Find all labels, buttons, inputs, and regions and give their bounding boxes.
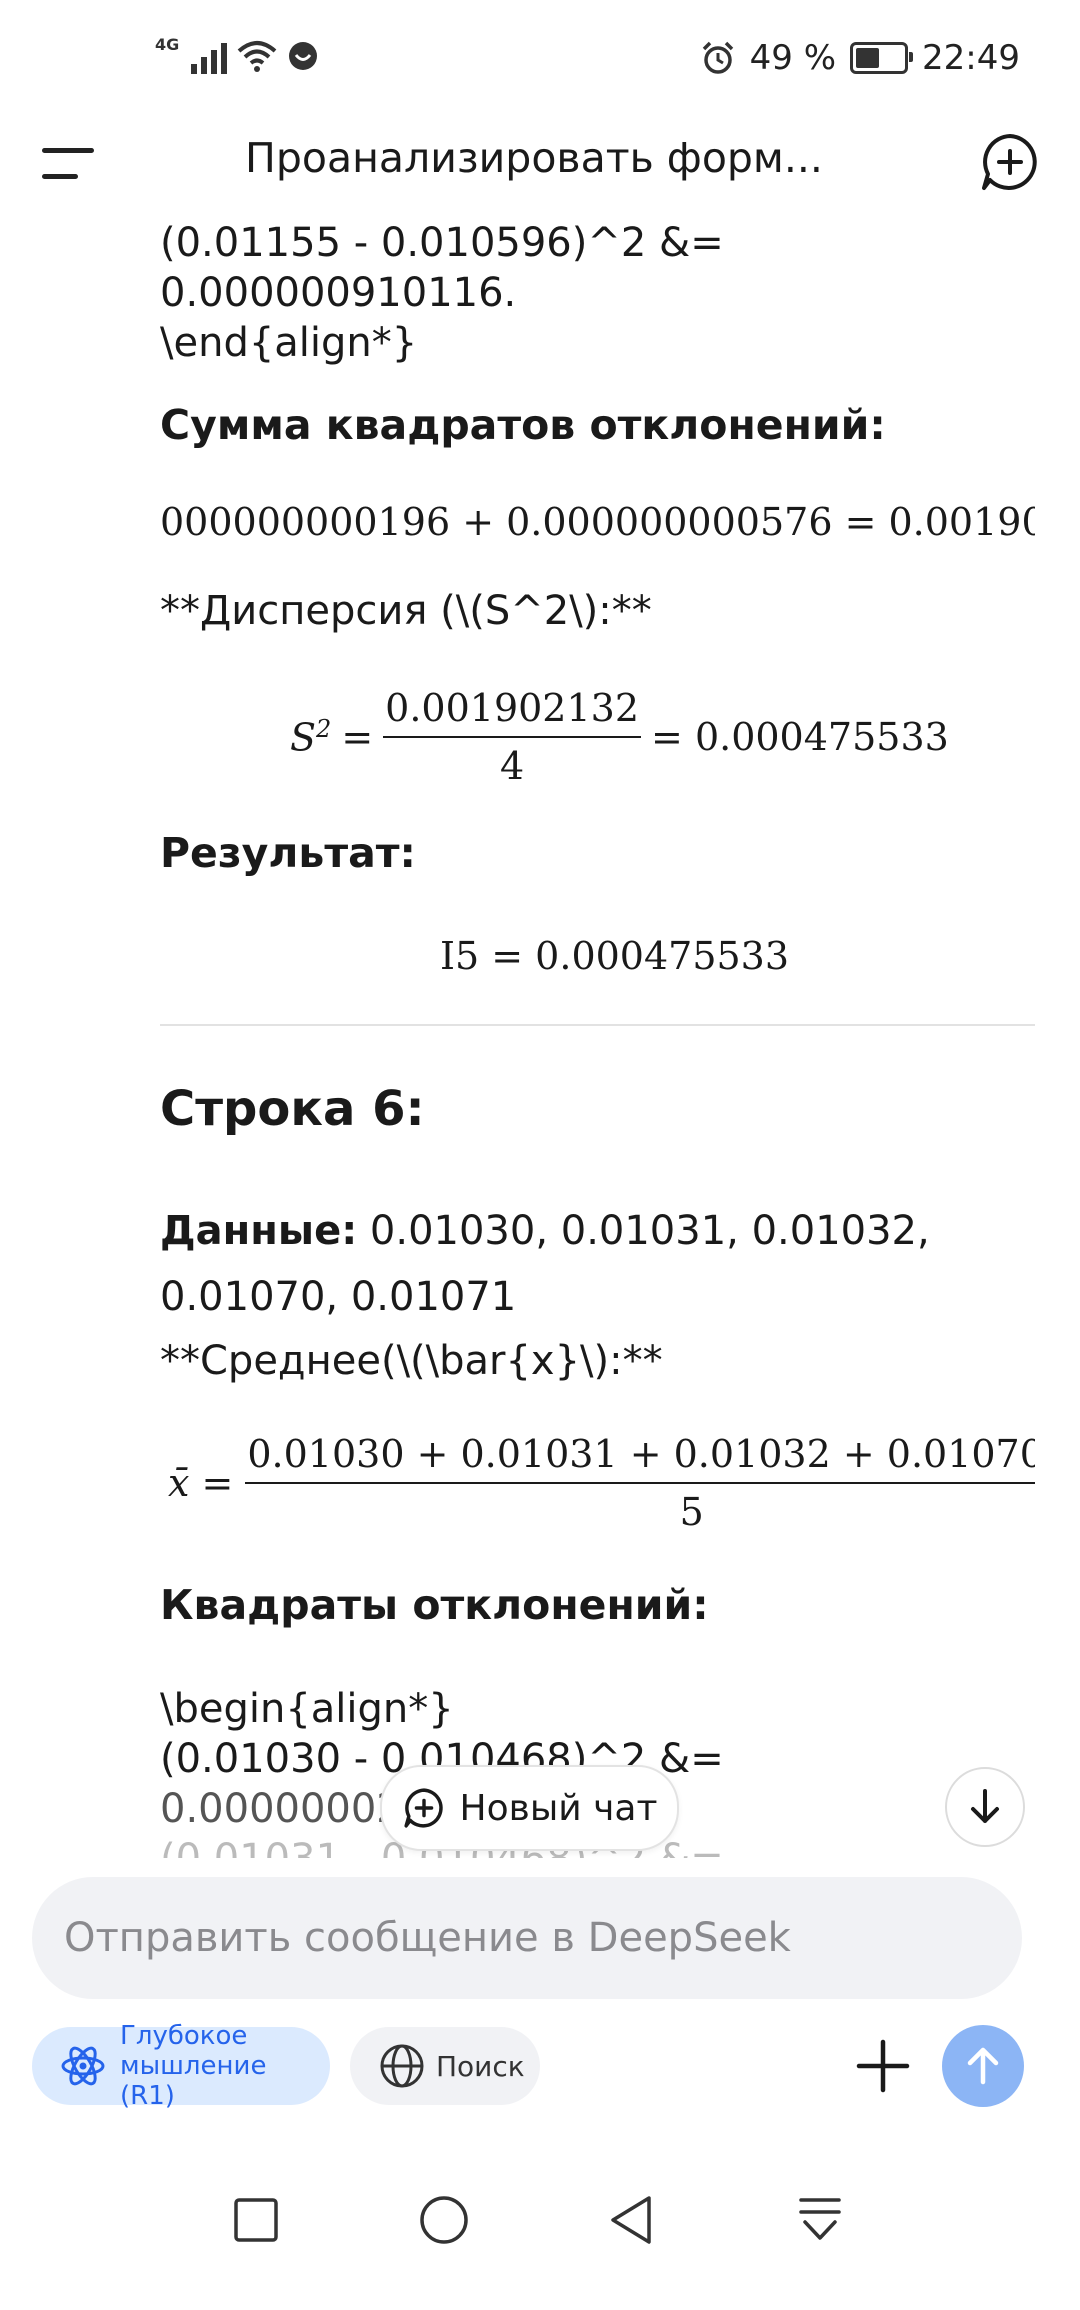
s2-exponent: 2 [316,714,332,743]
message-input[interactable] [62,1914,966,1962]
squares-heading: Квадраты отклонений: [160,1581,709,1629]
data-label: Данные: [160,1208,358,1254]
sum-heading: Сумма квадратов отклонений: [160,401,886,449]
dispersion-label: **Дисперсия (\(S^2\):** [160,588,652,634]
signal-icon [191,38,228,74]
equals-sign: = [341,715,374,759]
mean-numerator: 0.01030 + 0.01031 + 0.01032 + 0.01070 + … [245,1432,1035,1484]
status-right: 49 % 22:49 [700,38,1020,78]
wifi-icon [237,41,277,72]
battery-percent: 49 % [749,38,837,78]
arrow-up-icon [967,2047,999,2085]
new-chat-label: Новый чат [459,1787,658,1829]
battery-fill [856,48,880,68]
scroll-down-button[interactable] [945,1767,1025,1847]
alarm-icon [702,41,733,74]
s2-result: = 0.000475533 [651,715,949,759]
mean-label: **Среднее(\(\bar{x}\):** [160,1338,663,1384]
search-label: Поиск [436,2049,525,2083]
notification-pulldown-button[interactable] [790,2190,850,2250]
attach-plus-icon[interactable] [853,2036,913,2096]
app-notification-icon [289,42,318,70]
row6-heading: Строка 6: [160,1081,425,1137]
status-left: 4G [155,34,319,74]
sum-formula: 000000000196 + 0.000000000576 = 0.001902… [160,500,1035,544]
mean-fraction: 0.01030 + 0.01031 + 0.01032 + 0.01070 + … [245,1432,1035,1534]
code-line: \end{align*} [160,320,418,366]
arrow-down-icon [971,1789,999,1823]
s2-numerator: 0.001902132 [383,686,642,738]
code-line: \begin{align*} [160,1686,454,1732]
home-button[interactable] [414,2190,474,2250]
globe-icon [380,2044,424,2088]
data-line: Данные: 0.01030, 0.01031, 0.01032, 0.010… [160,1198,1035,1330]
result-formula: I5 = 0.000475533 [440,934,790,978]
new-chat-icon[interactable] [978,130,1042,194]
s2-denominator: 4 [500,744,525,788]
send-button[interactable] [942,2025,1024,2107]
app-header: Проанализировать форм... [0,120,1080,210]
mean-lhs: x̄ = [168,1461,234,1505]
s2-fraction: 0.001902132 4 [383,686,642,788]
mean-formula: x̄ = 0.01030 + 0.01031 + 0.01032 + 0.010… [168,1432,1035,1534]
divider [160,1024,1035,1026]
deep-thinking-toggle[interactable]: Глубокое мышление (R1) [32,2021,330,2111]
battery-icon [850,42,914,74]
recents-button[interactable] [226,2190,286,2250]
back-triangle-icon [611,2196,651,2244]
new-chat-button[interactable]: Новый чат [380,1765,679,1851]
code-line: 0.000000910116. [160,270,517,316]
menu-button[interactable] [42,142,94,186]
chat-content: (0.01155 - 0.010596)^2 &= 0.000000910116… [160,218,1035,1858]
search-toggle[interactable]: Поиск [350,2027,540,2105]
atom-icon [61,2046,105,2086]
status-bar: 4G 49 % 22:49 [0,0,1080,120]
dispersion-formula: S2 = 0.001902132 4 = 0.000475533 [290,686,949,788]
system-nav-bar [0,2150,1080,2310]
network-type: 4G [155,34,180,54]
s2-lhs: S [290,715,317,760]
code-line: (0.01155 - 0.010596)^2 &= [160,220,724,266]
clock: 22:49 [922,38,1020,78]
back-button[interactable] [602,2190,662,2250]
circle-icon [420,2196,468,2244]
deep-thinking-label: Глубокое мышление (R1) [120,2021,267,2111]
message-input-container [32,1877,1022,1999]
square-icon [234,2198,278,2242]
pulldown-icon [799,2198,841,2240]
result-heading: Результат: [160,829,416,877]
chat-title[interactable]: Проанализировать форм... [245,134,823,182]
new-chat-icon [403,1788,443,1828]
mean-denominator: 5 [679,1490,704,1534]
